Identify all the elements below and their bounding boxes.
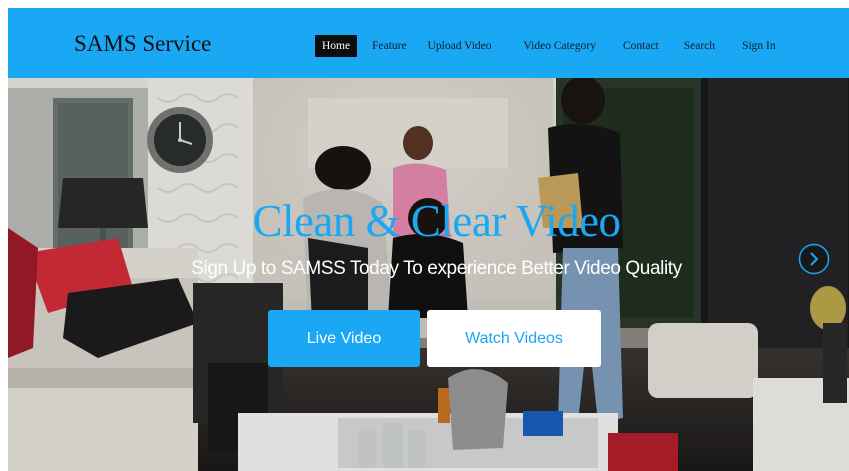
live-video-button[interactable]: Live Video [268,310,420,367]
nav-item-upload-video[interactable]: Upload Video [428,35,492,57]
brand-logo[interactable]: SAMS Service [74,31,211,57]
nav-item-feature[interactable]: Feature [372,35,406,57]
nav-item-search[interactable]: Search [684,35,715,57]
chevron-right-circle-icon[interactable] [798,243,830,275]
hero-carousel: Clean & Clear Video Sign Up to SAMSS Tod… [8,78,849,471]
navbar: SAMS Service Home Feature Upload Video V… [8,8,849,78]
nav-item-sign-in[interactable]: Sign In [742,35,776,57]
nav-menu: Home Feature Upload Video Video Category… [315,35,776,57]
hero-subtitle: Sign Up to SAMSS Today To experience Bet… [191,258,682,279]
hero-title: Clean & Clear Video [252,196,621,246]
nav-item-home[interactable]: Home [315,35,358,57]
nav-item-video-category[interactable]: Video Category [524,35,596,57]
page-frame: SAMS Service Home Feature Upload Video V… [8,8,849,471]
watch-videos-button[interactable]: Watch Videos [427,310,601,367]
nav-item-contact[interactable]: Contact [623,35,659,57]
